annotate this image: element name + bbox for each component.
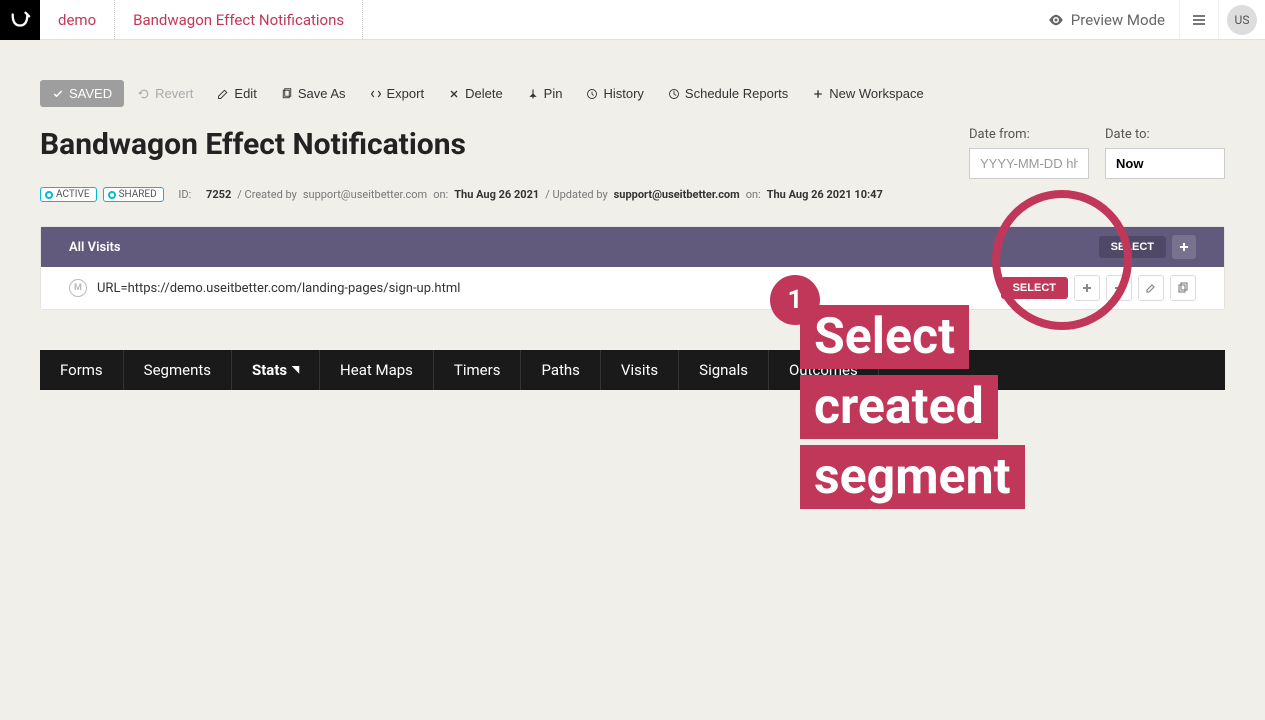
select-row-button[interactable]: SELECT (1001, 277, 1068, 299)
pin-button[interactable]: Pin (517, 80, 573, 107)
copy-icon (1177, 282, 1189, 294)
segment-row: M URL=https://demo.useitbetter.com/landi… (41, 267, 1224, 309)
annotation-number: 1 (770, 275, 820, 325)
plus-icon (1081, 282, 1093, 294)
app-logo[interactable] (0, 0, 40, 40)
add-row-button[interactable] (1074, 275, 1100, 301)
save-as-button[interactable]: Save As (271, 80, 356, 107)
export-button[interactable]: Export (360, 80, 435, 107)
top-header: demo Bandwagon Effect Notifications Prev… (0, 0, 1265, 40)
tab-stats[interactable]: Stats◥ (232, 350, 320, 390)
segment-table: All Visits SELECT M URL=https://demo.use… (40, 226, 1225, 310)
new-workspace-button[interactable]: New Workspace (802, 80, 933, 107)
add-header-button[interactable] (1172, 235, 1196, 259)
tab-signals[interactable]: Signals (679, 350, 769, 390)
meta-created-on: Thu Aug 26 2021 (454, 188, 539, 201)
segment-url: URL=https://demo.useitbetter.com/landing… (97, 281, 460, 296)
rss-icon: ◥ (292, 365, 299, 375)
select-header-button[interactable]: SELECT (1099, 236, 1166, 258)
edit-icon (1145, 282, 1157, 294)
copy-row-button[interactable] (1170, 275, 1196, 301)
active-badge: ACTIVE (40, 187, 97, 202)
breadcrumb-demo[interactable]: demo (40, 0, 115, 39)
check-icon (52, 88, 64, 100)
edit-icon (217, 88, 229, 100)
tab-segments[interactable]: Segments (124, 350, 232, 390)
meta-updated-by: support@useitbetter.com (614, 188, 740, 201)
date-to-label: Date to: (1105, 127, 1225, 142)
annotation-line-3: segment (800, 445, 1025, 509)
tab-nav: Forms Segments Stats◥ Heat Maps Timers P… (40, 350, 1225, 390)
preview-mode-toggle[interactable]: Preview Mode (1033, 0, 1179, 39)
logo-icon (9, 9, 31, 31)
revert-icon (138, 88, 150, 100)
page-title: Bandwagon Effect Notifications (40, 127, 466, 162)
shared-badge: SHARED (103, 187, 164, 202)
tab-paths[interactable]: Paths (521, 350, 600, 390)
meta-updated-on: Thu Aug 26 2021 10:47 (767, 188, 883, 201)
hamburger-icon (1191, 12, 1207, 28)
action-toolbar: SAVED Revert Edit Save As Export Delete … (40, 80, 1225, 107)
schedule-button[interactable]: Schedule Reports (658, 80, 798, 107)
eye-icon (1047, 11, 1065, 29)
segment-header-label: All Visits (69, 240, 121, 255)
breadcrumb-page[interactable]: Bandwagon Effect Notifications (115, 0, 363, 39)
clock-icon (668, 88, 680, 100)
annotation-line-1: Select (800, 305, 969, 369)
menu-button[interactable] (1179, 0, 1219, 39)
tab-forms[interactable]: Forms (40, 350, 124, 390)
tab-timers[interactable]: Timers (434, 350, 522, 390)
plus-icon (812, 88, 824, 100)
pin-icon (527, 88, 539, 100)
match-badge: M (69, 279, 87, 297)
meta-created-by: support@useitbetter.com (303, 188, 427, 201)
date-to-filter: Date to: (1105, 127, 1225, 179)
history-button[interactable]: History (576, 80, 653, 107)
edit-button[interactable]: Edit (207, 80, 266, 107)
tab-visits[interactable]: Visits (601, 350, 679, 390)
date-from-input[interactable] (969, 148, 1089, 179)
minus-icon (1113, 282, 1125, 294)
edit-row-button[interactable] (1138, 275, 1164, 301)
delete-button[interactable]: Delete (438, 80, 513, 107)
segment-header: All Visits SELECT (41, 227, 1224, 267)
preview-mode-label: Preview Mode (1071, 11, 1165, 29)
annotation-line-2: created (800, 375, 998, 439)
user-avatar[interactable]: US (1227, 5, 1257, 35)
history-icon (586, 88, 598, 100)
code-icon (370, 88, 382, 100)
saved-button: SAVED (40, 80, 124, 107)
revert-button: Revert (128, 80, 203, 107)
plus-icon (1178, 241, 1190, 253)
meta-id: 7252 (206, 188, 231, 201)
remove-row-button[interactable] (1106, 275, 1132, 301)
date-from-filter: Date from: (969, 127, 1089, 179)
date-from-label: Date from: (969, 127, 1089, 142)
tab-heatmaps[interactable]: Heat Maps (320, 350, 434, 390)
meta-row: ACTIVE SHARED ID: 7252 / Created by supp… (40, 187, 1225, 202)
x-icon (448, 88, 460, 100)
date-to-input[interactable] (1105, 148, 1225, 179)
copy-icon (281, 88, 293, 100)
